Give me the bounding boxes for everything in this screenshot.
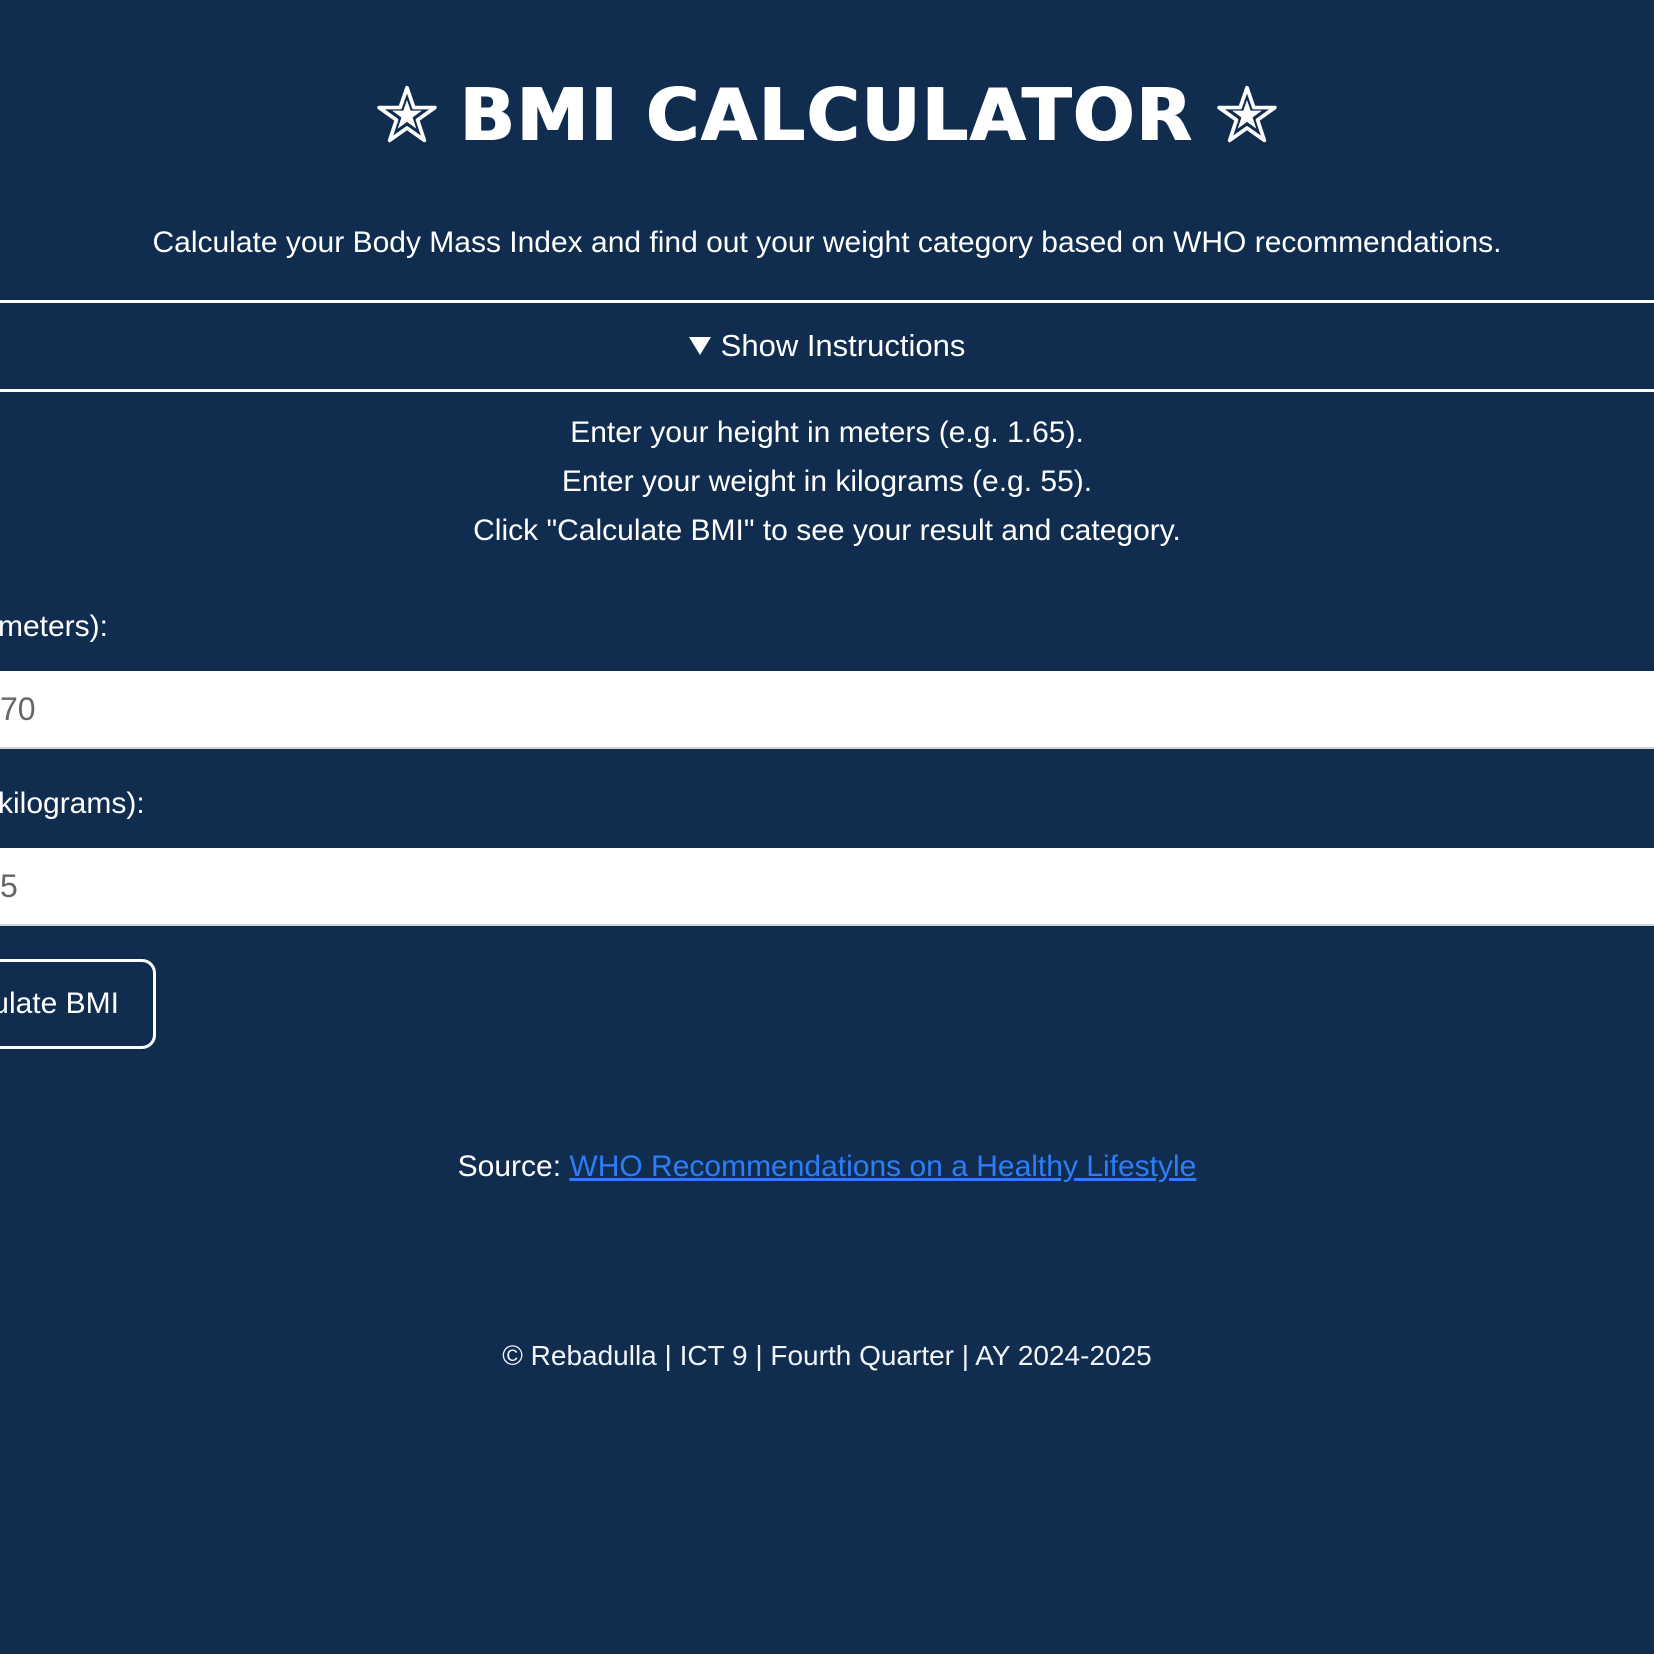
weight-input[interactable] <box>0 848 1654 926</box>
source-prefix: Source: <box>457 1150 562 1183</box>
show-instructions-toggle[interactable]: Show Instructions <box>0 300 1654 392</box>
instruction-line: Enter your weight in kilograms (e.g. 55)… <box>561 465 1093 498</box>
height-label: (meters): <box>0 610 108 643</box>
height-input[interactable] <box>0 671 1654 749</box>
bmi-calculator-page: BMI CALCULATOR Calculate your Body Mass … <box>0 0 1654 1654</box>
star-icon <box>377 85 437 143</box>
weight-label: (kilograms): <box>0 787 145 820</box>
source-line: Source: WHO Recommendations on a Healthy… <box>0 1150 1654 1184</box>
show-instructions-label: Show Instructions <box>720 328 966 363</box>
instruction-line: Click "Calculate BMI" to see your result… <box>473 514 1181 547</box>
page-subtitle: Calculate your Body Mass Index and find … <box>152 226 1502 259</box>
instruction-line: Enter your height in meters (e.g. 1.65). <box>570 416 1084 449</box>
page-footer: © Rebadulla | ICT 9 | Fourth Quarter | A… <box>502 1340 1152 1371</box>
page-header: BMI CALCULATOR <box>0 70 1654 160</box>
page-title: BMI CALCULATOR <box>460 73 1194 157</box>
calculate-bmi-button[interactable]: ulate BMI <box>0 959 156 1049</box>
star-icon <box>1217 85 1277 143</box>
triangle-down-icon <box>688 337 711 355</box>
who-recommendations-link[interactable]: WHO Recommendations on a Healthy Lifesty… <box>569 1150 1196 1183</box>
instructions-panel: Enter your height in meters (e.g. 1.65).… <box>0 408 1654 555</box>
